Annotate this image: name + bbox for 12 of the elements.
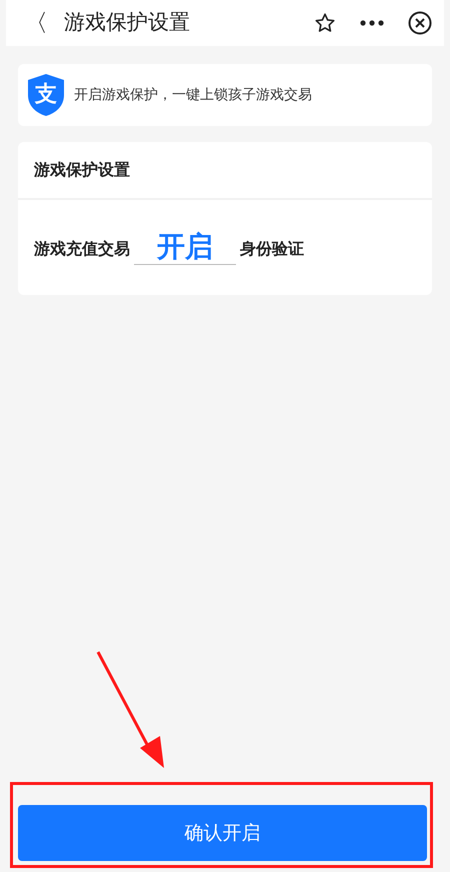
close-icon[interactable] — [408, 11, 432, 35]
section-title: 游戏保护设置 — [18, 142, 432, 200]
input-field[interactable]: 开启 — [134, 229, 236, 265]
field-label: 身份验证 — [240, 238, 304, 260]
more-icon[interactable] — [360, 20, 384, 26]
confirm-button[interactable]: 确认开启 — [18, 805, 427, 861]
page-title: 游戏保护设置 — [64, 9, 191, 36]
shield-logo-icon: 支 — [26, 73, 66, 117]
field-label: 游戏充值交易 — [34, 238, 130, 260]
back-button[interactable]: 〈 — [24, 11, 48, 35]
notice-text: 开启游戏保护，一键上锁孩子游戏交易 — [74, 86, 312, 104]
star-icon[interactable] — [314, 12, 336, 34]
